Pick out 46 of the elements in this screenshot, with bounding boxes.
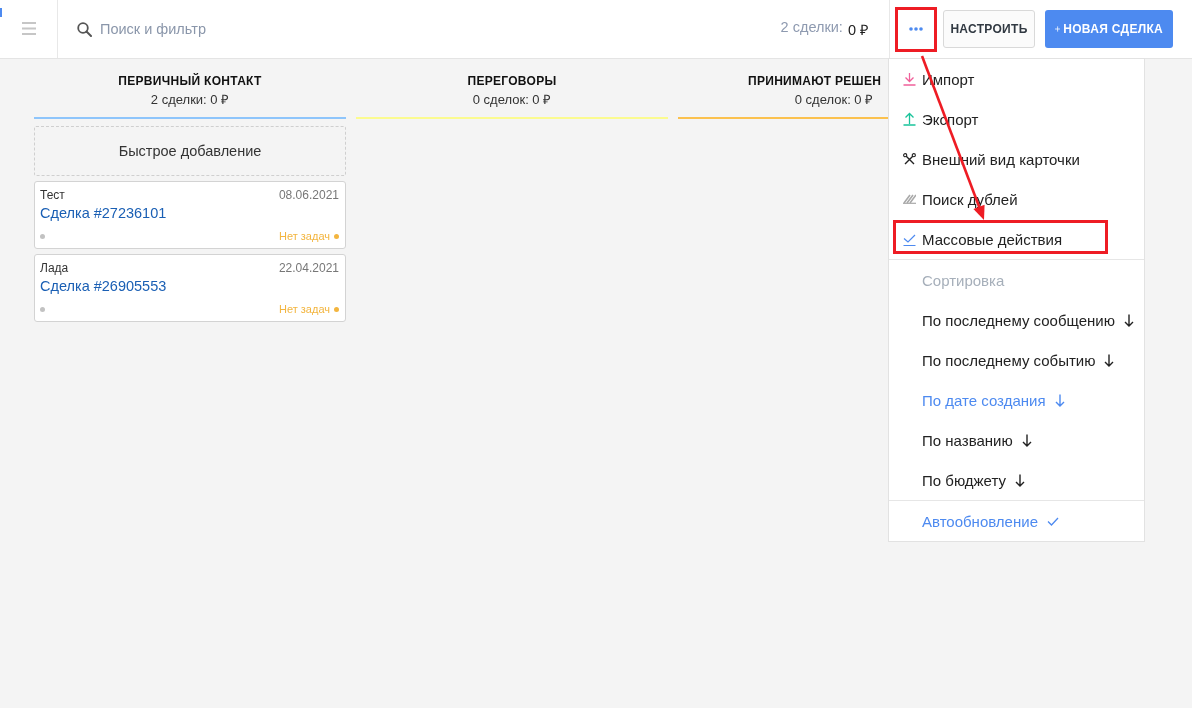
deals-count: 2 сделки: bbox=[780, 19, 843, 37]
tasks-status: Нет задач bbox=[279, 229, 330, 243]
task-dot-icon bbox=[334, 306, 339, 312]
column-title: ПЕРЕГОВОРЫ bbox=[467, 73, 557, 89]
column-summary: 0 сделок: 0 ₽ bbox=[794, 91, 874, 109]
status-dot-icon bbox=[40, 233, 45, 239]
sort-option[interactable]: По бюджету bbox=[889, 460, 1144, 500]
menu-item[interactable]: Массовые действия bbox=[889, 219, 1144, 259]
search-field[interactable]: Поиск и фильтр bbox=[100, 19, 340, 39]
edge-mark-icon bbox=[0, 8, 2, 17]
download-icon bbox=[903, 72, 916, 86]
upload-icon bbox=[903, 112, 916, 126]
deal-date: 22.04.2021 bbox=[278, 260, 339, 276]
column-summary: 0 сделок: 0 ₽ bbox=[472, 91, 552, 109]
checkmark-icon bbox=[903, 232, 916, 246]
arrow-down-icon bbox=[1054, 393, 1065, 407]
sort-heading: Сортировка bbox=[921, 270, 1006, 291]
sort-option[interactable]: По последнему событию bbox=[889, 340, 1144, 380]
deals-total: 0 ₽ bbox=[847, 21, 868, 39]
status-dot-icon bbox=[40, 306, 45, 312]
stripes-icon bbox=[903, 194, 916, 204]
arrow-down-icon bbox=[1104, 353, 1115, 367]
scissors-icon bbox=[903, 152, 916, 166]
task-dot-icon bbox=[334, 233, 339, 239]
search-icon[interactable] bbox=[77, 21, 92, 37]
sort-option[interactable]: По последнему сообщению bbox=[889, 300, 1144, 340]
deal-date: 08.06.2021 bbox=[278, 187, 339, 203]
column-summary: 2 сделки: 0 ₽ bbox=[150, 91, 230, 109]
quick-add-button[interactable]: Быстрое добавление bbox=[34, 126, 346, 176]
settings-button[interactable]: НАСТРОИТЬ bbox=[943, 10, 1035, 48]
tasks-status: Нет задач bbox=[279, 302, 330, 316]
checkmark-icon bbox=[1047, 516, 1059, 526]
deal-link[interactable]: Сделка #27236101 bbox=[40, 203, 167, 223]
contact-name: Лада bbox=[40, 260, 69, 276]
deal-card[interactable]: Тест 08.06.2021 Сделка #27236101 Нет задач bbox=[34, 181, 346, 249]
arrow-down-icon bbox=[1021, 433, 1032, 447]
dots-icon bbox=[909, 26, 923, 31]
sort-option[interactable]: По названию bbox=[889, 420, 1144, 460]
deal-card[interactable]: Лада 22.04.2021 Сделка #26905553 Нет задач bbox=[34, 254, 346, 322]
arrow-down-icon bbox=[1015, 473, 1025, 487]
column-title: ПЕРВИЧНЫЙ КОНТАКТ bbox=[118, 73, 262, 89]
plus-icon bbox=[1055, 24, 1061, 34]
column-title: ПРИНИМАЮТ РЕШЕН bbox=[748, 73, 882, 89]
contact-name: Тест bbox=[40, 187, 65, 203]
deal-link[interactable]: Сделка #26905553 bbox=[40, 276, 167, 296]
arrow-down-icon bbox=[1123, 313, 1134, 327]
